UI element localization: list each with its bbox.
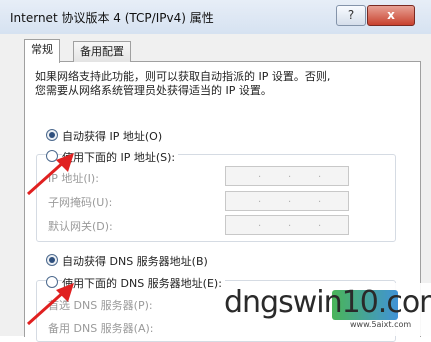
- intro-line-1: 如果网络支持此功能，则可以获取自动指派的 IP 设置。否则,: [35, 70, 331, 83]
- arrow-annotation-dns: [26, 283, 74, 326]
- watermark-url: www.5aixt.com: [350, 320, 412, 329]
- radio-auto-ip[interactable]: [46, 129, 58, 141]
- tab-alternate-config[interactable]: 备用配置: [73, 41, 131, 62]
- intro-line-2: 您需要从网络系统管理员处获得适当的 IP 设置。: [35, 84, 272, 97]
- default-gateway-label: 默认网关(D):: [48, 220, 113, 233]
- subnet-mask-field: ...: [225, 191, 349, 211]
- auto-ip-label: 自动获得 IP 地址(O): [62, 130, 163, 143]
- tab-general[interactable]: 常规: [24, 39, 60, 63]
- auto-dns-label: 自动获得 DNS 服务器地址(B): [62, 255, 208, 268]
- manual-dns-label: 使用下面的 DNS 服务器地址(E):: [62, 275, 225, 291]
- radio-auto-dns[interactable]: [46, 254, 58, 266]
- window-title: Internet 协议版本 4 (TCP/IPv4) 属性: [10, 11, 214, 25]
- close-button[interactable]: x: [367, 5, 415, 26]
- intro-text: 如果网络支持此功能，则可以获取自动指派的 IP 设置。否则, 您需要从网络系统管…: [35, 70, 385, 98]
- arrow-annotation-ip: [26, 153, 74, 196]
- default-gateway-field: ...: [225, 215, 349, 235]
- ip-address-field: ...: [225, 166, 349, 186]
- watermark-text: dngswin10.com: [224, 285, 431, 320]
- help-button[interactable]: ?: [336, 5, 366, 26]
